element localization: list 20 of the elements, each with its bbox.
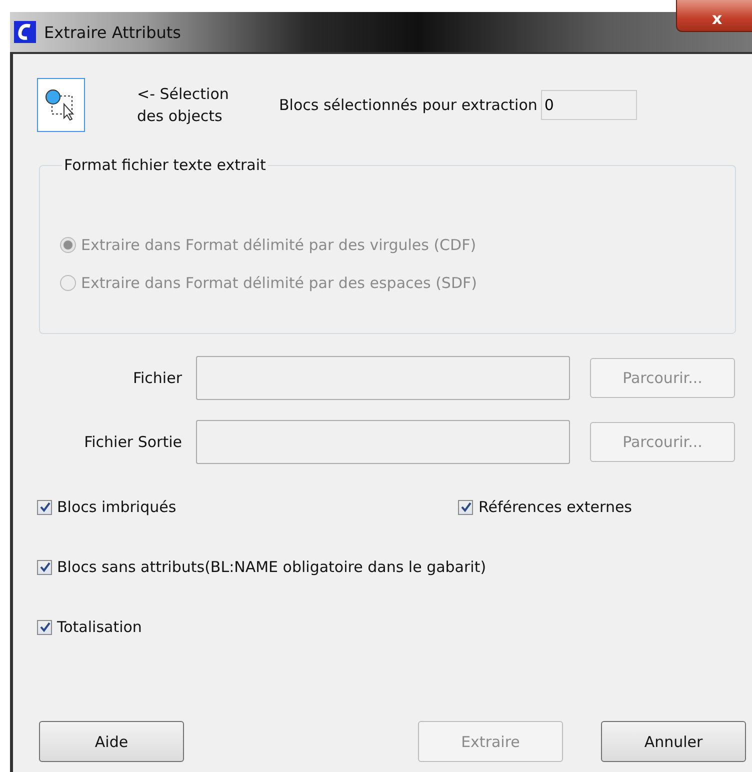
dialog-button[interactable]: Annuler <box>601 721 746 762</box>
radio-label: Extraire dans Format délimité par des espaces (SDF) <box>81 274 477 292</box>
checkbox[interactable] <box>37 620 52 634</box>
close-button[interactable]: x <box>676 0 752 32</box>
checkbox-option[interactable]: Totalisation <box>37 618 142 636</box>
selection-label: <- Sélection des objects <box>137 84 230 127</box>
app-logo-icon <box>14 21 36 43</box>
select-objects-button[interactable] <box>37 78 85 132</box>
checkbox[interactable] <box>37 560 52 574</box>
file-label: Fichier Sortie <box>83 433 182 451</box>
count-label: Blocs sélectionnés pour extraction <box>279 96 538 114</box>
checkbox-label: Totalisation <box>57 618 142 636</box>
radio-label: Extraire dans Format délimité par des virgules (CDF) <box>81 236 476 254</box>
window-title: Extraire Attributs <box>44 22 181 42</box>
file-label: Fichier <box>132 369 182 387</box>
checkbox[interactable] <box>458 500 474 514</box>
dialog-button[interactable]: Aide <box>39 721 184 762</box>
group-title: Format fichier texte extrait <box>63 156 267 174</box>
checkbox[interactable] <box>37 500 52 514</box>
count-field[interactable]: 0 <box>541 90 638 120</box>
